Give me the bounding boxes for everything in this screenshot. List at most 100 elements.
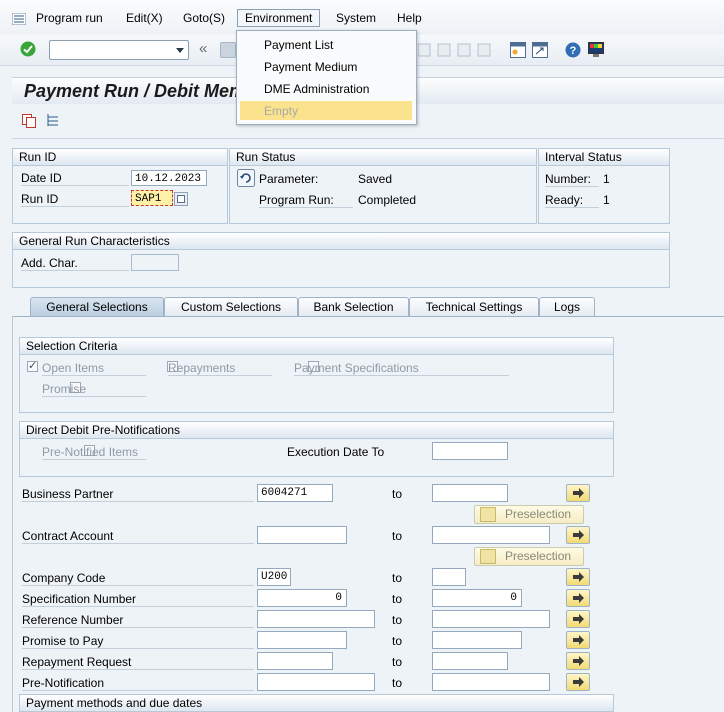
menu-environment[interactable]: Environment xyxy=(237,9,321,27)
to-label: to xyxy=(392,613,403,627)
shortcut-icon[interactable] xyxy=(532,42,548,58)
parameter-value: Saved xyxy=(358,172,393,186)
multiple-selection-button[interactable] xyxy=(566,652,590,670)
reference-number-from[interactable] xyxy=(257,610,375,628)
promise-label: Promise xyxy=(42,382,146,397)
open-items-checkbox[interactable] xyxy=(27,359,38,372)
company-code-label: Company Code xyxy=(22,571,254,586)
general-run-characteristics-header: General Run Characteristics xyxy=(13,233,669,250)
company-code-from[interactable]: U200 xyxy=(257,568,291,586)
run-status-group: Run Status xyxy=(229,148,537,224)
menu-item-payment-list[interactable]: Payment List xyxy=(264,38,333,52)
specification-number-to[interactable]: 0 xyxy=(432,589,522,607)
payment-methods-header: Payment methods and due dates xyxy=(20,695,613,712)
number-value: 1 xyxy=(603,172,610,186)
execution-date-label: Execution Date To xyxy=(287,445,385,459)
to-label: to xyxy=(392,655,403,669)
preselection-icon xyxy=(480,549,496,564)
business-partner-label: Business Partner xyxy=(22,487,254,502)
reference-number-to[interactable] xyxy=(432,610,550,628)
menu-edit[interactable]: Edit(X) xyxy=(126,11,163,25)
to-label: to xyxy=(392,487,403,501)
add-char-field[interactable] xyxy=(131,254,179,271)
arrow-right-icon xyxy=(573,614,584,624)
hierarchy-icon[interactable] xyxy=(46,113,60,127)
save-icon[interactable] xyxy=(220,42,236,58)
repayments-label: Repayments xyxy=(168,361,272,376)
reference-number-label: Reference Number xyxy=(22,613,254,628)
ready-label: Ready: xyxy=(545,193,599,208)
parameter-label: Parameter: xyxy=(259,172,319,186)
repayment-request-to[interactable] xyxy=(432,652,508,670)
multiple-selection-button[interactable] xyxy=(566,589,590,607)
run-status-header: Run Status xyxy=(230,149,536,166)
menu-item-empty[interactable]: Empty xyxy=(264,104,298,118)
specification-number-from[interactable]: 0 xyxy=(257,589,347,607)
payment-methods-group: Payment methods and due dates xyxy=(19,694,614,712)
tab-logs[interactable]: Logs xyxy=(539,297,595,317)
tab-general-selections[interactable]: General Selections xyxy=(30,297,164,317)
tab-technical-settings[interactable]: Technical Settings xyxy=(409,297,539,317)
arrow-right-icon xyxy=(573,635,584,645)
direct-debit-header: Direct Debit Pre-Notifications xyxy=(20,422,613,439)
menu-item-payment-medium[interactable]: Payment Medium xyxy=(264,60,357,74)
menu-item-dme-administration[interactable]: DME Administration xyxy=(264,82,369,96)
svg-text:?: ? xyxy=(570,45,577,57)
refresh-icon[interactable] xyxy=(237,169,255,187)
to-label: to xyxy=(392,634,403,648)
execution-date-field[interactable] xyxy=(432,442,508,460)
specification-number-label: Specification Number xyxy=(22,592,254,607)
business-partner-to[interactable] xyxy=(432,484,508,502)
multiple-selection-button[interactable] xyxy=(566,610,590,628)
run-id-header: Run ID xyxy=(13,149,227,166)
payment-specifications-label: Payment Specifications xyxy=(294,361,509,376)
pre-notification-label: Pre-Notification xyxy=(22,676,254,691)
multiple-selection-button[interactable] xyxy=(566,484,590,502)
to-label: to xyxy=(392,676,403,690)
promise-to-pay-from[interactable] xyxy=(257,631,347,649)
tab-custom-selections[interactable]: Custom Selections xyxy=(164,297,298,317)
chevron-down-icon[interactable] xyxy=(176,48,184,53)
tab-bank-selection[interactable]: Bank Selection xyxy=(298,297,409,317)
customize-layout-icon[interactable] xyxy=(588,42,604,58)
date-id-field[interactable]: 10.12.2023 xyxy=(131,170,207,186)
menu-program-run[interactable]: Program run xyxy=(36,11,103,25)
contract-account-to[interactable] xyxy=(432,526,550,544)
help-icon[interactable]: ? xyxy=(565,42,581,58)
menu-help[interactable]: Help xyxy=(397,11,422,25)
enter-check-icon[interactable] xyxy=(20,41,36,57)
menu-system[interactable]: System xyxy=(336,11,376,25)
create-session-icon[interactable] xyxy=(510,42,526,58)
sap-menu-icon[interactable] xyxy=(11,12,27,26)
pre-notification-to[interactable] xyxy=(432,673,550,691)
collapse-icon[interactable]: « xyxy=(199,40,207,57)
arrow-right-icon xyxy=(573,656,584,666)
selection-criteria-header: Selection Criteria xyxy=(20,338,613,355)
repayment-request-from[interactable] xyxy=(257,652,333,670)
run-id-field[interactable]: SAP1 xyxy=(131,190,173,206)
command-field[interactable] xyxy=(49,40,189,60)
arrow-right-icon xyxy=(573,677,584,687)
add-char-label: Add. Char. xyxy=(21,256,129,271)
copy-run-icon[interactable] xyxy=(174,192,188,206)
to-label: to xyxy=(392,571,403,585)
multiple-selection-button[interactable] xyxy=(566,526,590,544)
multiple-selection-button[interactable] xyxy=(566,673,590,691)
date-id-label: Date ID xyxy=(21,171,129,186)
copy-icon[interactable] xyxy=(22,114,36,128)
page-title: Payment Run / Debit Mem xyxy=(24,81,246,101)
arrow-right-icon xyxy=(573,593,584,603)
to-label: to xyxy=(392,592,403,606)
pre-notification-from[interactable] xyxy=(257,673,375,691)
multiple-selection-button[interactable] xyxy=(566,568,590,586)
arrow-right-icon xyxy=(573,488,584,498)
promise-to-pay-to[interactable] xyxy=(432,631,522,649)
menu-goto[interactable]: Goto(S) xyxy=(183,11,225,25)
to-label: to xyxy=(392,529,403,543)
business-partner-from[interactable]: 6004271 xyxy=(257,484,333,502)
contract-account-from[interactable] xyxy=(257,526,347,544)
multiple-selection-button[interactable] xyxy=(566,631,590,649)
toolbar-icons-group xyxy=(417,42,494,58)
company-code-to[interactable] xyxy=(432,568,466,586)
run-id-label: Run ID xyxy=(21,192,129,207)
